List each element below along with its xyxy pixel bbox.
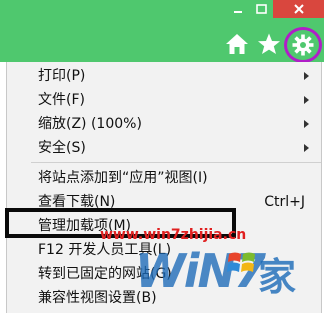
- submenu-arrow-icon: [304, 96, 309, 104]
- windows-flag-icon: [227, 252, 255, 272]
- maximize-icon: [256, 4, 267, 14]
- browser-titlebar: [0, 0, 324, 63]
- home-icon: [226, 34, 248, 54]
- minimize-icon: [233, 11, 242, 13]
- home-button[interactable]: [222, 28, 252, 60]
- submenu-arrow-icon: [304, 72, 309, 80]
- menu-separator: [31, 162, 321, 163]
- menu-item-file[interactable]: 文件(F): [7, 88, 321, 112]
- submenu-arrow-icon: [304, 120, 309, 128]
- menu-item-label: 打印(P): [38, 68, 86, 84]
- submenu-arrow-icon: [304, 144, 309, 152]
- toolbar-icons: [0, 27, 324, 63]
- close-icon: [293, 4, 304, 14]
- watermark-url: www.win7zhijia.cn: [100, 227, 247, 243]
- favorites-star-icon: [258, 33, 280, 54]
- menu-item-safety[interactable]: 安全(S): [7, 136, 321, 160]
- menu-item-print[interactable]: 打印(P): [7, 64, 321, 88]
- menu-item-label: 将站点添加到“应用”视图(I): [38, 170, 208, 186]
- menu-item-label: 文件(F): [38, 92, 85, 108]
- menu-item-zoom[interactable]: 缩放(Z) (100%): [7, 112, 321, 136]
- watermark-home-char: 家: [258, 255, 297, 299]
- minimize-button[interactable]: [226, 0, 249, 18]
- favorites-button[interactable]: [254, 28, 284, 60]
- tools-button[interactable]: [284, 27, 322, 63]
- close-button[interactable]: [273, 0, 324, 18]
- menu-item-shortcut: Ctrl+J: [264, 194, 305, 210]
- maximize-button[interactable]: [250, 0, 273, 18]
- menu-item-add-site-to-apps[interactable]: 将站点添加到“应用”视图(I): [7, 166, 321, 190]
- menu-item-label: 缩放(Z) (100%): [38, 116, 142, 132]
- tools-gear-icon: [292, 34, 314, 56]
- menu-item-label: 安全(S): [38, 140, 86, 156]
